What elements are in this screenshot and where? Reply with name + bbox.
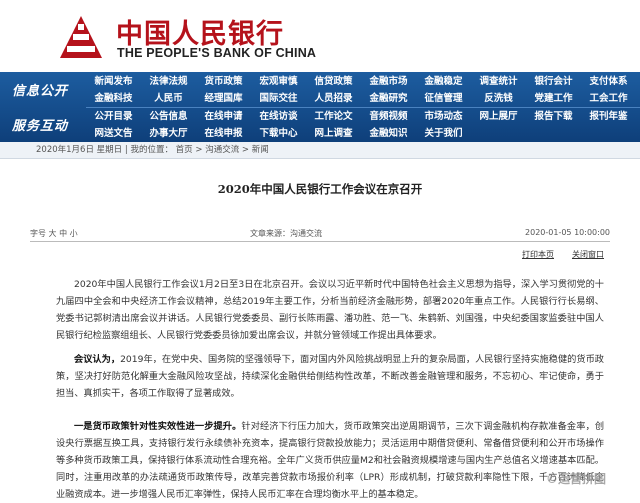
paragraph-3-lead: 一是货币政策针对性实效性进一步提升。 [74, 421, 242, 432]
close-window-link[interactable]: 关闭窗口 [572, 249, 604, 260]
nav-item[interactable]: 新闻发布 [86, 73, 141, 90]
nav-item[interactable]: 金融知识 [361, 125, 416, 142]
nav-item[interactable]: 货币政策 [196, 73, 251, 90]
nav-item[interactable]: 经理国库 [196, 90, 251, 107]
breadcrumb: 2020年1月6日 星期日 | 我的位置： 首页 > 沟通交流 > 新闻 [0, 142, 640, 159]
nav-item[interactable]: 人员招录 [306, 90, 361, 107]
main-navigation: 信息公开 服务互动 新闻发布 法律法规 货币政策 宏观审慎 信贷政策 金融市场 金融稳定 调查… [0, 72, 640, 142]
nav-item[interactable]: 在线申请 [196, 108, 251, 125]
breadcrumb-news[interactable]: 新闻 [252, 145, 269, 155]
nav-item[interactable]: 网上展厅 [471, 108, 526, 125]
article-source: 文章来源：沟通交流 [250, 229, 322, 238]
nav-item[interactable]: 金融稳定 [416, 73, 471, 90]
print-page-link[interactable]: 打印本页 [522, 249, 554, 260]
nav-section-info: 信息公开 [0, 72, 86, 107]
nav-item[interactable]: 报刊年鉴 [581, 108, 636, 125]
nav-item[interactable]: 金融研究 [361, 90, 416, 107]
nav-item[interactable]: 工会工作 [581, 90, 636, 107]
nav-section-service: 服务互动 [0, 107, 86, 142]
nav-item[interactable]: 网送文告 [86, 125, 141, 142]
article-title: 2020年中国人民银行工作会议在京召开 [217, 182, 423, 196]
nav-item[interactable]: 党建工作 [526, 90, 581, 107]
nav-item[interactable]: 办事大厅 [141, 125, 196, 142]
paragraph-3-body: 针对经济下行压力加大，货币政策突出逆周期调节，三次下调金融机构存款准备金率，创设… [56, 421, 604, 500]
breadcrumb-separator: | [124, 145, 128, 155]
nav-row-1: 新闻发布 法律法规 货币政策 宏观审慎 信贷政策 金融市场 金融稳定 调查统计 银行会计 支付体系 [86, 73, 640, 90]
nav-item[interactable]: 人民币 [141, 90, 196, 107]
breadcrumb-communication[interactable]: 沟通交流 [205, 145, 239, 155]
nav-item[interactable]: 银行会计 [526, 73, 581, 90]
nav-item[interactable]: 在线申报 [196, 125, 251, 142]
nav-row-4: 网送文告 办事大厅 在线申报 下载中心 网上调查 金融知识 关于我们 [86, 125, 640, 142]
nav-item[interactable]: 宏观审慎 [251, 73, 306, 90]
article-paragraph-1: 2020年中国人民银行工作会议1月2日至3日在北京召开。会议以习近平新时代中国特… [56, 279, 604, 341]
logo-english-name[interactable]: THE PEOPLE'S BANK OF CHINA [117, 46, 316, 60]
breadcrumb-arrow: > [241, 145, 250, 155]
nav-item[interactable]: 支付体系 [581, 73, 636, 90]
watermark-text: ©运营拼图 [546, 472, 607, 486]
nav-item[interactable]: 报告下载 [526, 108, 581, 125]
publish-date: 2020-01-05 10:00:00 [525, 228, 610, 237]
nav-item[interactable]: 关于我们 [416, 125, 471, 142]
nav-section-info-label: 信息公开 [12, 84, 69, 99]
pboc-emblem-icon[interactable] [58, 14, 104, 60]
article-meta: 字号 大 中 小 文章来源：沟通交流 2020-01-05 10:00:00 [30, 228, 610, 240]
nav-item[interactable]: 在线访谈 [251, 108, 306, 125]
nav-item[interactable]: 征信管理 [416, 90, 471, 107]
nav-item[interactable]: 金融市场 [361, 73, 416, 90]
nav-item[interactable]: 工作论文 [306, 108, 361, 125]
site-header: 中国人民银行 THE PEOPLE'S BANK OF CHINA [0, 0, 640, 72]
nav-item[interactable]: 信贷政策 [306, 73, 361, 90]
nav-row-3: 公开目录 公告信息 在线申请 在线访谈 工作论文 音频视频 市场动态 网上展厅 报告下载 报刊年鉴 [86, 108, 640, 125]
paragraph-2-lead: 会议认为， [74, 354, 121, 365]
breadcrumb-arrow: > [195, 145, 203, 155]
nav-item[interactable]: 公告信息 [141, 108, 196, 125]
meta-divider [30, 241, 610, 242]
breadcrumb-prefix: 我的位置： [130, 145, 173, 155]
font-size-selector[interactable]: 字号 大 中 小 [30, 228, 78, 239]
breadcrumb-home[interactable]: 首页 [176, 145, 193, 155]
article-paragraph-2: 会议认为，2019年，在党中央、国务院的坚强领导下，面对国内外风险挑战明显上升的… [56, 351, 604, 402]
nav-section-service-label: 服务互动 [12, 119, 69, 134]
nav-item[interactable]: 音频视频 [361, 108, 416, 125]
nav-item[interactable]: 下载中心 [251, 125, 306, 142]
nav-item[interactable]: 法律法规 [141, 73, 196, 90]
nav-item[interactable]: 公开目录 [86, 108, 141, 125]
nav-item[interactable]: 国际交往 [251, 90, 306, 107]
paragraph-2-body: 2019年，在党中央、国务院的坚强领导下，面对国内外风险挑战明显上升的复杂局面，… [56, 354, 604, 399]
nav-item[interactable]: 反洗钱 [471, 90, 526, 107]
nav-item[interactable]: 网上调查 [306, 125, 361, 142]
current-date: 2020年1月6日 星期日 [36, 145, 123, 155]
nav-row-2: 金融科技 人民币 经理国库 国际交往 人员招录 金融研究 征信管理 反洗钱 党建工作 工会工作 [86, 90, 640, 107]
article-paragraph-3: 一是货币政策针对性实效性进一步提升。针对经济下行压力加大，货币政策突出逆周期调节… [56, 418, 604, 503]
nav-item[interactable]: 市场动态 [416, 108, 471, 125]
nav-item[interactable]: 金融科技 [86, 90, 141, 107]
nav-item[interactable]: 调查统计 [471, 73, 526, 90]
